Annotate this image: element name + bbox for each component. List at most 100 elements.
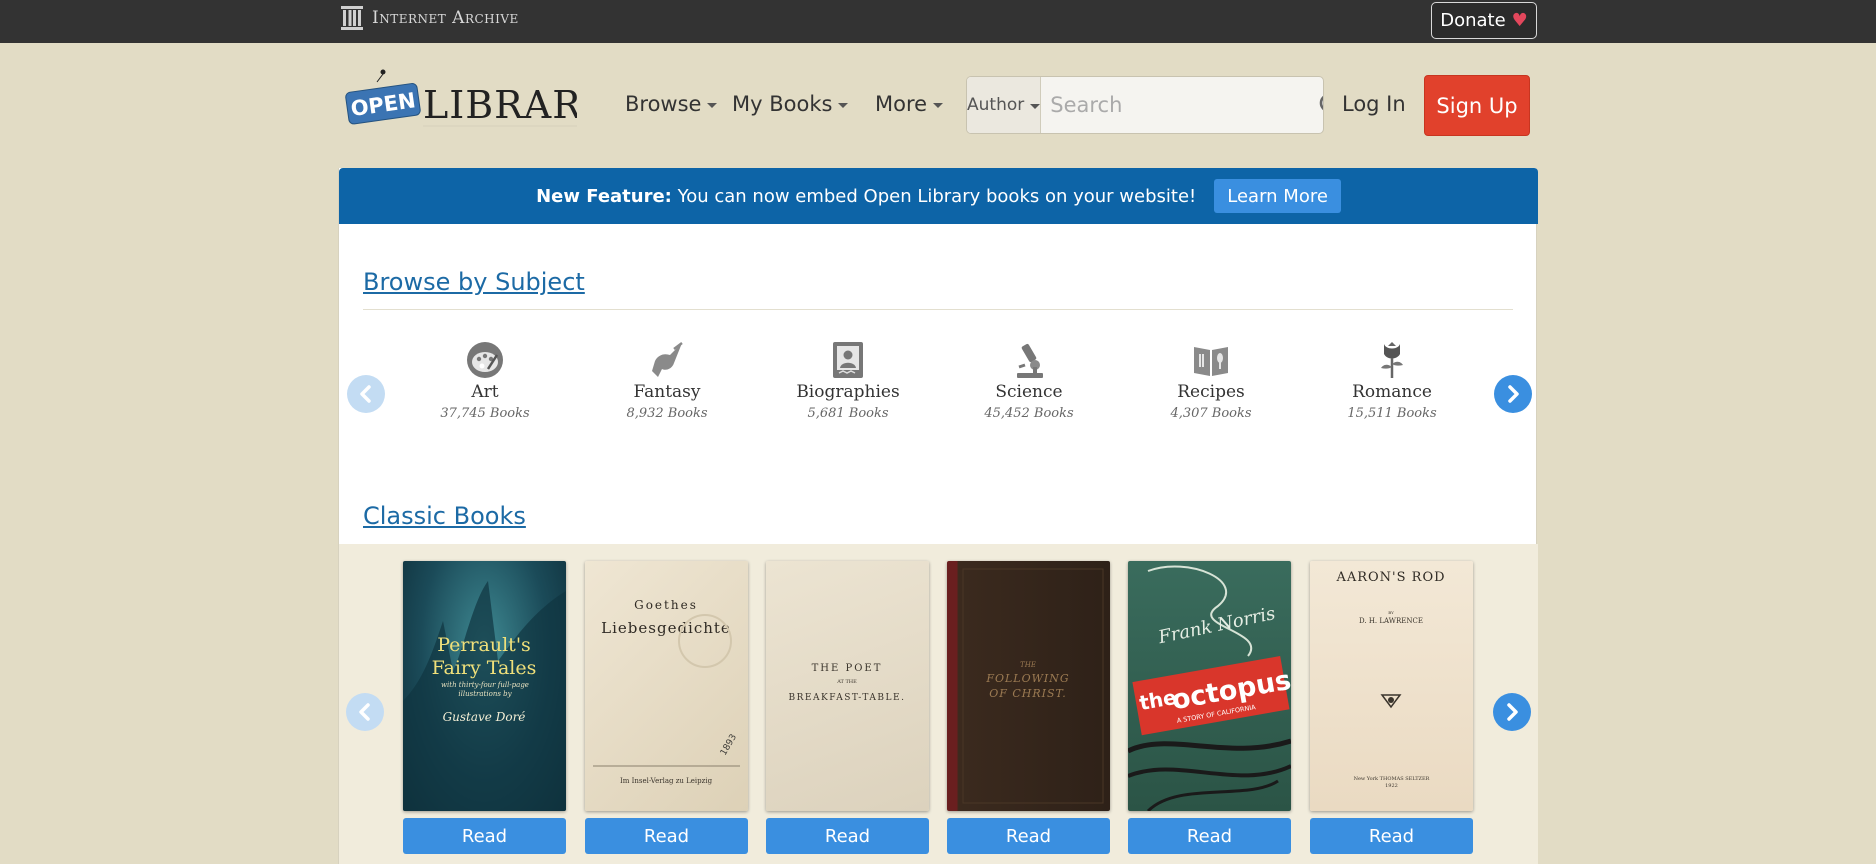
feature-banner: New Feature: You can now embed Open Libr… (339, 168, 1538, 224)
cover-title-line: OF CHRIST. (989, 687, 1067, 700)
nav-more-label: More (875, 92, 928, 116)
learn-more-button[interactable]: Learn More (1214, 179, 1341, 213)
book-cover-perraults-fairy-tales[interactable]: Perrault's Fairy Tales with thirty-four … (403, 561, 566, 811)
banner-bold: New Feature: (536, 185, 672, 207)
cover-title-line: THE (1020, 661, 1036, 669)
cover-title-line: THE POET (812, 663, 883, 674)
heart-icon: ♥ (1511, 10, 1528, 31)
chevron-left-icon (360, 385, 371, 403)
rose-icon (1372, 340, 1412, 380)
search-button[interactable] (1318, 77, 1323, 133)
chevron-down-icon (1030, 104, 1041, 109)
read-button[interactable]: Read (585, 818, 748, 854)
internet-archive-logo[interactable]: Internet Archive (340, 4, 519, 32)
book-cover: THE FOLLOWING OF CHRIST. (947, 561, 1110, 811)
signup-button[interactable]: Sign Up (1424, 75, 1530, 136)
banner-text: You can now embed Open Library books on … (677, 185, 1197, 207)
search-icon (1319, 96, 1323, 110)
subject-count: 5,681 Books (807, 406, 889, 421)
subject-count: 4,307 Books (1170, 406, 1252, 421)
chevron-down-icon (838, 103, 849, 108)
subject-biographies[interactable]: Biographies 5,681 Books (773, 340, 923, 421)
unicorn-icon (647, 340, 687, 380)
banner-message: New Feature: You can now embed Open Libr… (536, 186, 1196, 207)
nav-more[interactable]: More (875, 92, 944, 116)
subject-count: 15,511 Books (1347, 406, 1437, 421)
portrait-book-icon (828, 340, 868, 380)
subject-carousel-next-button[interactable] (1494, 375, 1532, 413)
subject-carousel-prev-button[interactable] (347, 375, 385, 413)
donate-button[interactable]: Donate ♥ (1431, 2, 1537, 39)
nav-browse-label: Browse (625, 92, 702, 116)
book-cover-poet-breakfast-table[interactable]: THE POET AT THE BREAKFAST-TABLE. (766, 561, 929, 811)
subject-name: Romance (1352, 382, 1432, 402)
svg-text:1893: 1893 (719, 733, 739, 758)
section-divider (363, 309, 1513, 310)
subject-art[interactable]: Art 37,745 Books (410, 340, 560, 421)
subject-name: Art (471, 382, 499, 402)
read-button[interactable]: Read (1310, 818, 1473, 854)
book-cover: Perrault's Fairy Tales with thirty-four … (403, 561, 566, 811)
logo-library-text: LIBRARY (423, 83, 577, 127)
internet-archive-logo-text: Internet Archive (372, 8, 519, 28)
read-button[interactable]: Read (766, 818, 929, 854)
login-link[interactable]: Log In (1342, 92, 1406, 116)
cover-title-line: Goethes (634, 598, 698, 612)
cover-subtitle: with thirty-four full-page illustrations… (441, 681, 529, 698)
cover-title-line: FOLLOWING (985, 672, 1069, 685)
read-button[interactable]: Read (1128, 818, 1291, 854)
chevron-right-icon (1508, 385, 1519, 403)
open-library-logo[interactable]: OPEN LIBRARY (345, 66, 606, 130)
subject-name: Fantasy (633, 382, 701, 402)
cover-title-line: AARON'S ROD (1335, 570, 1445, 585)
book-cover: THE POET AT THE BREAKFAST-TABLE. (766, 561, 929, 811)
nav-browse[interactable]: Browse (625, 92, 718, 116)
chevron-left-icon (359, 703, 370, 721)
nav-my-books-label: My Books (732, 92, 833, 116)
book-cover-goethes-liebesgedichte[interactable]: Goethes Liebesgedichte Im Insel-Verlag z… (585, 561, 748, 811)
classic-books-heading[interactable]: Classic Books (363, 502, 526, 530)
browse-by-subject-heading[interactable]: Browse by Subject (363, 268, 585, 296)
nav-my-books[interactable]: My Books (732, 92, 849, 116)
cover-title-line: BREAKFAST-TABLE. (789, 693, 906, 703)
subject-count: 37,745 Books (440, 406, 530, 421)
microscope-icon (1009, 340, 1049, 380)
subject-name: Recipes (1177, 382, 1245, 402)
cover-title-line: Perrault's (437, 634, 531, 656)
search-input[interactable] (1041, 77, 1319, 133)
cover-publisher: New York THOMAS SELTZER 1922 (1353, 776, 1430, 789)
cover-subtitle: AT THE (836, 679, 857, 685)
read-button[interactable]: Read (947, 818, 1110, 854)
donate-label: Donate (1440, 10, 1506, 31)
search-mode-select[interactable]: Author (967, 77, 1042, 133)
book-cover: Goethes Liebesgedichte Im Insel-Verlag z… (585, 561, 748, 811)
subject-science[interactable]: Science 45,452 Books (954, 340, 1104, 421)
cover-subtitle: BY (1388, 610, 1394, 615)
chevron-down-icon (707, 103, 718, 108)
read-button[interactable]: Read (403, 818, 566, 854)
books-carousel-prev-button[interactable] (346, 693, 384, 731)
chevron-right-icon (1507, 703, 1518, 721)
books-carousel-next-button[interactable] (1493, 693, 1531, 731)
cookbook-icon (1191, 340, 1231, 380)
subject-count: 8,932 Books (626, 406, 708, 421)
subject-count: 45,452 Books (984, 406, 1074, 421)
subject-name: Biographies (796, 382, 900, 402)
book-cover-aarons-rod[interactable]: AARON'S ROD BY D. H. LAWRENCE New York T… (1310, 561, 1473, 811)
search-mode-label: Author (967, 95, 1025, 115)
book-cover-following-of-christ[interactable]: THE FOLLOWING OF CHRIST. (947, 561, 1110, 811)
book-cover: Frank Norris the octopus A STORY OF CALI… (1128, 561, 1291, 811)
book-cover: AARON'S ROD BY D. H. LAWRENCE New York T… (1310, 561, 1473, 811)
cover-author: Gustave Doré (443, 710, 526, 724)
cover-title-line: Fairy Tales (432, 657, 537, 679)
search-bar: Author (966, 76, 1324, 134)
cover-publisher: Im Insel-Verlag zu Leipzig (620, 777, 713, 785)
subject-fantasy[interactable]: Fantasy 8,932 Books (592, 340, 742, 421)
book-cover-the-octopus[interactable]: Frank Norris the octopus A STORY OF CALI… (1128, 561, 1291, 811)
subject-recipes[interactable]: Recipes 4,307 Books (1136, 340, 1286, 421)
subject-name: Science (995, 382, 1063, 402)
internet-archive-bar: Internet Archive Donate ♥ (0, 0, 1876, 43)
cover-author: D. H. LAWRENCE (1359, 617, 1423, 625)
subject-romance[interactable]: Romance 15,511 Books (1317, 340, 1467, 421)
chevron-down-icon (933, 103, 944, 108)
